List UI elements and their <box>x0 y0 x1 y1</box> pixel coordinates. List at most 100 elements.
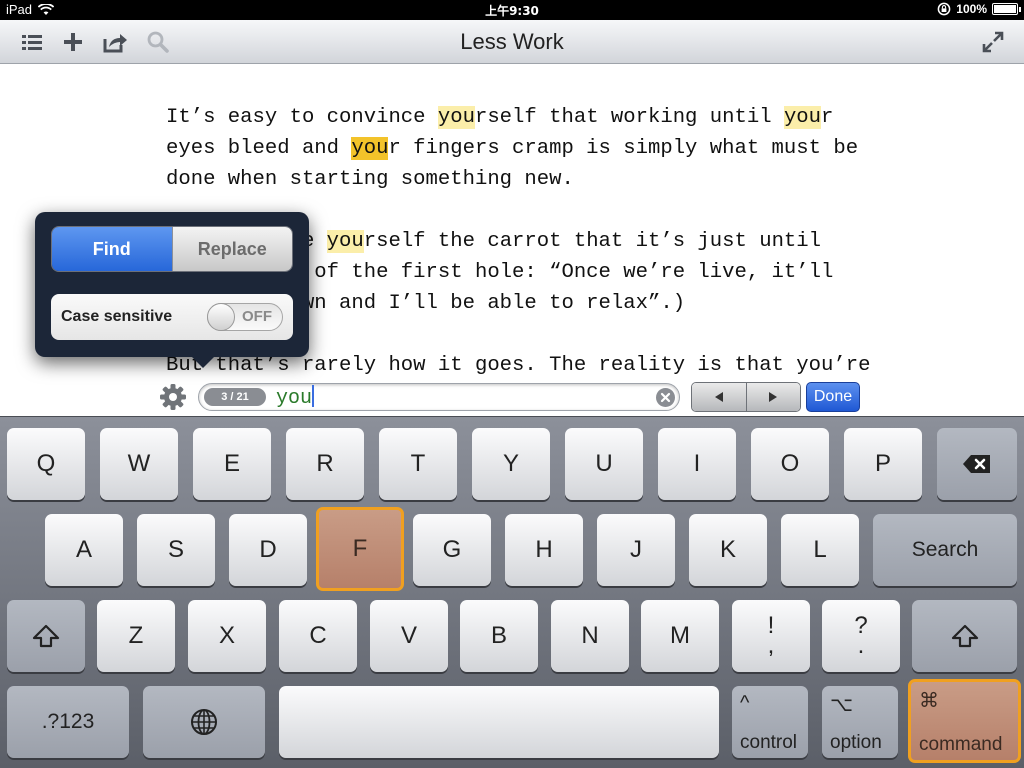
text-segment: But that’s rarely how it goes. The reali… <box>166 354 871 377</box>
key-t[interactable]: T <box>379 428 457 500</box>
command-label: command <box>919 734 1003 755</box>
gear-icon[interactable] <box>158 382 188 412</box>
key-d[interactable]: D <box>229 514 307 586</box>
document-title: Less Work <box>460 29 564 54</box>
key-y[interactable]: Y <box>472 428 550 500</box>
key-q[interactable]: Q <box>7 428 85 500</box>
text-segment: It’s easy to convince <box>166 106 438 129</box>
search-match: you <box>783 106 822 129</box>
search-bar: 3 / 21 you Done <box>0 380 1024 416</box>
globe-key[interactable] <box>143 686 265 758</box>
control-label: control <box>740 732 798 753</box>
text-line: eyes bleed and your fingers cramp is sim… <box>166 133 870 164</box>
search-input[interactable]: 3 / 21 you <box>198 383 680 411</box>
key-j[interactable]: J <box>597 514 675 586</box>
globe-icon <box>191 709 217 735</box>
control-symbol: ^ <box>740 692 750 714</box>
key-h[interactable]: H <box>505 514 583 586</box>
left-shift-key[interactable] <box>7 600 85 672</box>
text-segment: r <box>821 106 834 129</box>
key-period-label: . <box>857 632 865 659</box>
key-w[interactable]: W <box>100 428 178 500</box>
battery-icon <box>992 3 1021 15</box>
done-button[interactable]: Done <box>806 382 860 412</box>
search-match: you <box>326 230 364 253</box>
key-exclamation-comma[interactable]: ! , <box>732 600 810 672</box>
clear-icon[interactable] <box>656 388 675 407</box>
match-navigation <box>691 382 801 412</box>
search-key[interactable]: Search <box>873 514 1017 586</box>
find-tab[interactable]: Find <box>52 227 172 271</box>
key-u[interactable]: U <box>565 428 643 500</box>
toggle-state: OFF <box>242 308 272 325</box>
key-k[interactable]: K <box>689 514 767 586</box>
keyboard: Q W E R T Y U I O P A S D F G H J K L Se… <box>0 416 1024 768</box>
text-segment: done when starting something new. <box>166 168 574 191</box>
text-cursor <box>312 385 315 407</box>
key-n[interactable]: N <box>551 600 629 672</box>
text-line: done when starting something new. <box>166 164 870 195</box>
search-match: you <box>437 106 475 129</box>
case-sensitive-toggle[interactable]: OFF <box>207 303 283 331</box>
key-l[interactable]: L <box>781 514 859 586</box>
status-time: 上午9:30 <box>485 4 539 18</box>
key-z[interactable]: Z <box>97 600 175 672</box>
match-counter: 3 / 21 <box>204 388 266 406</box>
battery-fill <box>994 5 1016 13</box>
key-g[interactable]: G <box>413 514 491 586</box>
key-a[interactable]: A <box>45 514 123 586</box>
triangle-left-icon <box>714 392 723 402</box>
key-m[interactable]: M <box>641 600 719 672</box>
toggle-knob <box>207 303 235 331</box>
command-symbol: ⌘ <box>919 690 939 712</box>
command-key[interactable]: ⌘ command <box>908 679 1021 763</box>
text-segment: eyes bleed and <box>166 137 352 160</box>
key-x[interactable]: X <box>188 600 266 672</box>
popover-arrow <box>191 356 215 368</box>
key-v[interactable]: V <box>370 600 448 672</box>
battery-percent: 100% <box>956 2 987 16</box>
key-o[interactable]: O <box>751 428 829 500</box>
key-c[interactable]: C <box>279 600 357 672</box>
next-match-button[interactable] <box>745 383 800 411</box>
text-line: It’s easy to convince yourself that work… <box>166 102 870 133</box>
key-r[interactable]: R <box>286 428 364 500</box>
rotation-lock-icon <box>937 2 951 16</box>
right-shift-key[interactable] <box>912 600 1017 672</box>
key-s[interactable]: S <box>137 514 215 586</box>
option-symbol: ⌥ <box>830 694 854 716</box>
find-popover: Find Replace Case sensitive OFF <box>35 212 309 368</box>
case-sensitive-row: Case sensitive OFF <box>51 294 293 340</box>
key-p[interactable]: P <box>844 428 922 500</box>
current-search-match: you <box>351 137 389 160</box>
space-bar[interactable] <box>279 686 719 758</box>
search-query: you <box>276 385 315 410</box>
expand-icon[interactable] <box>980 29 1006 55</box>
option-key[interactable]: ⌥ option <box>822 686 898 758</box>
control-key[interactable]: ^ control <box>732 686 808 758</box>
backspace-icon <box>963 455 990 473</box>
key-question-period[interactable]: ? . <box>822 600 900 672</box>
delete-key[interactable] <box>937 428 1017 500</box>
text-segment: rself that working until <box>474 106 784 129</box>
case-sensitive-label: Case sensitive <box>61 308 173 325</box>
triangle-right-icon <box>769 392 778 402</box>
key-i[interactable]: I <box>658 428 736 500</box>
text-segment: rself the carrot that it’s just until <box>363 230 822 253</box>
key-f[interactable]: F <box>316 507 404 591</box>
key-e[interactable]: E <box>193 428 271 500</box>
status-right: 100% <box>937 2 1021 16</box>
previous-match-button[interactable] <box>692 383 746 411</box>
numbers-key[interactable]: .?123 <box>7 686 129 758</box>
toolbar: Less Work <box>0 20 1024 64</box>
option-label: option <box>830 732 882 753</box>
shift-icon <box>951 624 978 648</box>
shift-icon <box>32 624 60 648</box>
text-segment: r fingers cramp is simply what must be <box>388 137 859 160</box>
replace-tab[interactable]: Replace <box>171 227 292 271</box>
search-query-text: you <box>276 387 313 410</box>
status-bar: iPad 上午9:30 100% <box>0 0 1024 20</box>
find-replace-segmented-control: Find Replace <box>51 226 293 272</box>
key-comma-label: , <box>767 632 775 659</box>
key-b[interactable]: B <box>460 600 538 672</box>
